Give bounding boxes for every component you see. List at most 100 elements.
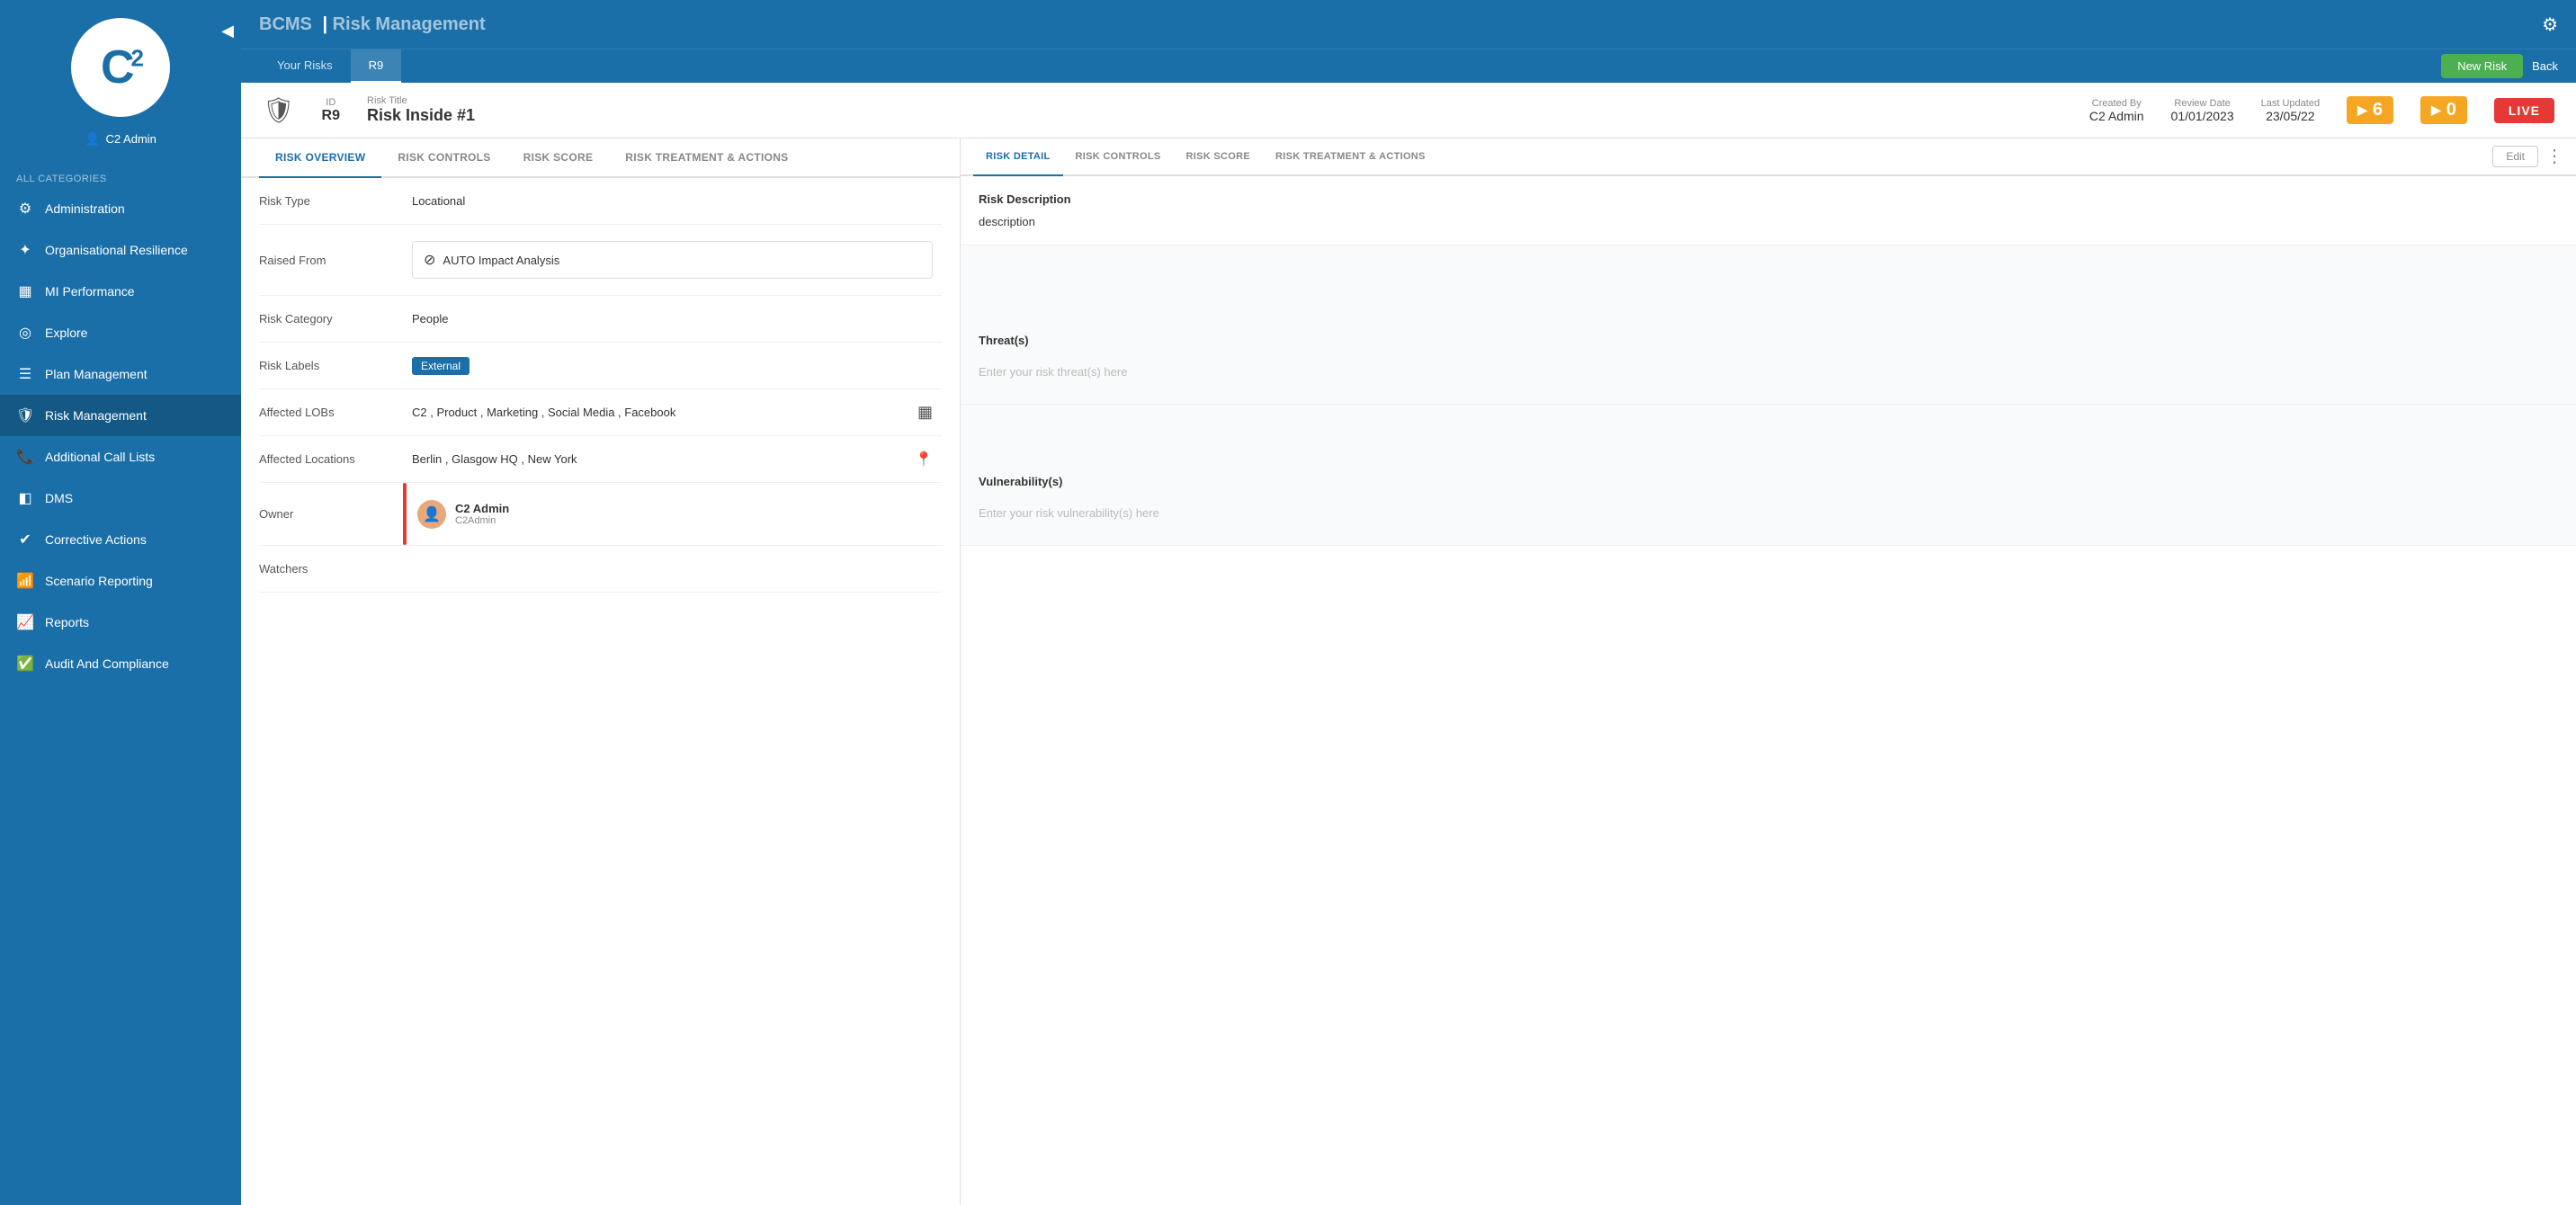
main-area: BCMS | Risk Management ⚙ Your Risks R9 N… bbox=[241, 0, 2576, 1205]
tab-r9[interactable]: R9 bbox=[351, 49, 402, 84]
tab-risk-treatment-right[interactable]: Risk Treatment & Actions bbox=[1263, 138, 1438, 176]
risk-management-icon: 🛡 bbox=[16, 406, 34, 424]
mi-performance-icon: ▦ bbox=[16, 282, 34, 300]
risk-review-date: Review Date 01/01/2023 bbox=[2171, 98, 2234, 123]
vulnerability-title: Vulnerability(s) bbox=[979, 475, 2558, 488]
sidebar-item-label: Administration bbox=[45, 201, 125, 216]
sidebar-username: C2 Admin bbox=[106, 132, 157, 146]
risk-type-value: Locational bbox=[403, 178, 942, 224]
risk-id-block: ID R9 bbox=[322, 97, 340, 124]
risk-last-updated: Last Updated 23/05/22 bbox=[2261, 98, 2320, 123]
tab-risk-treatment-left[interactable]: Risk Treatment & Actions bbox=[609, 138, 804, 178]
risk-category-text: People bbox=[412, 312, 448, 326]
left-panel-tabs: Risk Overview Risk Controls Risk Score R… bbox=[241, 138, 960, 178]
risk-labels-value: External bbox=[403, 343, 942, 388]
sidebar-item-dms[interactable]: ◧ DMS bbox=[0, 478, 241, 519]
tab-your-risks[interactable]: Your Risks bbox=[259, 49, 351, 84]
owner-value: 👤 C2 Admin C2Admin bbox=[403, 483, 942, 545]
risk-overview-form: Risk Type Locational Raised From ⊘ AUTO … bbox=[241, 178, 960, 593]
form-row-raised-from: Raised From ⊘ AUTO Impact Analysis bbox=[259, 225, 942, 296]
tab-bar: Your Risks R9 New Risk Back bbox=[241, 49, 2576, 83]
sidebar-item-administration[interactable]: ⚙ Administration bbox=[0, 188, 241, 229]
badge-live-text: LIVE bbox=[2509, 103, 2540, 118]
back-button[interactable]: Back bbox=[2532, 59, 2558, 73]
sidebar-item-corrective-actions[interactable]: ✔ Corrective Actions bbox=[0, 519, 241, 560]
sidebar-item-reports[interactable]: 📈 Reports bbox=[0, 602, 241, 643]
sidebar-item-label: Plan Management bbox=[45, 367, 148, 381]
plan-management-icon: ☰ bbox=[16, 365, 34, 383]
owner-info: C2 Admin C2Admin bbox=[455, 502, 509, 526]
sidebar-item-label: Scenario Reporting bbox=[45, 574, 153, 588]
badge-orange2-value: 0 bbox=[2446, 100, 2456, 120]
scenario-reporting-icon: 📶 bbox=[16, 572, 34, 590]
lob-grid-icon: ▦ bbox=[917, 403, 933, 422]
affected-locations-label: Affected Locations bbox=[259, 436, 403, 482]
reports-icon: 📈 bbox=[16, 613, 34, 631]
sidebar-item-scenario-reporting[interactable]: 📶 Scenario Reporting bbox=[0, 560, 241, 602]
risk-created-by: Created By C2 Admin bbox=[2089, 98, 2144, 123]
risk-title-block: Risk Title Risk Inside #1 bbox=[367, 95, 2062, 125]
risk-title-label: Risk Title bbox=[367, 95, 2062, 106]
sidebar-item-organisational-resilience[interactable]: ✦ Organisational Resilience bbox=[0, 229, 241, 271]
risk-type-text: Locational bbox=[412, 194, 465, 208]
more-button[interactable]: ⋮ bbox=[2545, 147, 2563, 165]
form-row-affected-lobs: Affected LOBs C2 , Product , Marketing ,… bbox=[259, 389, 942, 436]
sidebar-item-plan-management[interactable]: ☰ Plan Management bbox=[0, 353, 241, 395]
affected-locations-text: Berlin , Glasgow HQ , New York bbox=[412, 452, 577, 466]
form-row-risk-category: Risk Category People bbox=[259, 296, 942, 343]
sidebar-categories-label: All Categories bbox=[0, 168, 241, 188]
tab-risk-score-left[interactable]: Risk Score bbox=[507, 138, 610, 178]
risk-header: 🛡 ID R9 Risk Title Risk Inside #1 Create… bbox=[241, 83, 2576, 138]
sidebar-item-label: Organisational Resilience bbox=[45, 243, 188, 257]
risk-description-content: description bbox=[979, 215, 2558, 228]
sidebar-item-explore[interactable]: ◎ Explore bbox=[0, 312, 241, 353]
additional-call-lists-icon: 📞 bbox=[16, 448, 34, 466]
location-pin-icon: 📍 bbox=[915, 451, 933, 469]
risk-title-value: Risk Inside #1 bbox=[367, 106, 2062, 125]
audit-compliance-icon: ✅ bbox=[16, 655, 34, 673]
sidebar-item-label: Explore bbox=[45, 326, 87, 340]
sidebar: ◀ C2 👤 C2 Admin All Categories ⚙ Adminis… bbox=[0, 0, 241, 1205]
risk-id-value: R9 bbox=[322, 108, 340, 124]
raised-from-icon: ⊘ bbox=[424, 251, 435, 269]
risk-id-label: ID bbox=[322, 97, 340, 108]
content-area: 🛡 ID R9 Risk Title Risk Inside #1 Create… bbox=[241, 83, 2576, 1205]
form-row-risk-labels: Risk Labels External bbox=[259, 343, 942, 389]
last-updated-label: Last Updated bbox=[2261, 98, 2320, 109]
app-module: Risk Management bbox=[333, 14, 486, 34]
threats-section: Threat(s) Enter your risk threat(s) here bbox=[961, 317, 2576, 405]
app-name: BCMS bbox=[259, 14, 312, 34]
new-risk-button[interactable]: New Risk bbox=[2441, 54, 2523, 78]
sidebar-item-additional-call-lists[interactable]: 📞 Additional Call Lists bbox=[0, 436, 241, 478]
panels: Risk Overview Risk Controls Risk Score R… bbox=[241, 138, 2576, 1205]
tab-risk-score-right[interactable]: Risk Score bbox=[1174, 138, 1263, 176]
sidebar-item-risk-management[interactable]: 🛡 Risk Management bbox=[0, 395, 241, 436]
dms-icon: ◧ bbox=[16, 489, 34, 507]
badge-orange-icon: ▶ bbox=[2357, 103, 2367, 118]
affected-lobs-value: C2 , Product , Marketing , Social Media … bbox=[403, 389, 942, 435]
sidebar-item-label: Corrective Actions bbox=[45, 532, 147, 547]
sidebar-item-mi-performance[interactable]: ▦ MI Performance bbox=[0, 271, 241, 312]
left-panel: Risk Overview Risk Controls Risk Score R… bbox=[241, 138, 961, 1205]
tab-risk-detail[interactable]: Risk Detail bbox=[973, 138, 1063, 176]
affected-locations-value: Berlin , Glasgow HQ , New York 📍 bbox=[403, 436, 942, 482]
raised-from-text: AUTO Impact Analysis bbox=[443, 254, 559, 267]
sidebar-collapse-button[interactable]: ◀ bbox=[214, 18, 241, 44]
edit-button[interactable]: Edit bbox=[2492, 146, 2538, 167]
owner-sub: C2Admin bbox=[455, 515, 509, 526]
user-icon: 👤 bbox=[85, 131, 100, 147]
tab-risk-overview[interactable]: Risk Overview bbox=[259, 138, 381, 178]
sidebar-item-audit-and-compliance[interactable]: ✅ Audit And Compliance bbox=[0, 643, 241, 684]
owner-label: Owner bbox=[259, 483, 403, 545]
administration-icon: ⚙ bbox=[16, 200, 34, 218]
right-panel-tabs: Risk Detail Risk Controls Risk Score Ris… bbox=[961, 138, 2576, 176]
vulnerability-section: Vulnerability(s) Enter your risk vulnera… bbox=[961, 459, 2576, 546]
sidebar-nav: ⚙ Administration ✦ Organisational Resili… bbox=[0, 188, 241, 1205]
tab-actions: New Risk Back bbox=[2441, 54, 2558, 78]
settings-icon[interactable]: ⚙ bbox=[2542, 13, 2558, 36]
affected-lobs-text: C2 , Product , Marketing , Social Media … bbox=[412, 406, 675, 419]
app-header: BCMS | Risk Management ⚙ bbox=[241, 0, 2576, 49]
tab-risk-controls-right[interactable]: Risk Controls bbox=[1063, 138, 1174, 176]
tab-risk-controls-left[interactable]: Risk Controls bbox=[381, 138, 506, 178]
badge-orange-value: 6 bbox=[2373, 100, 2383, 120]
